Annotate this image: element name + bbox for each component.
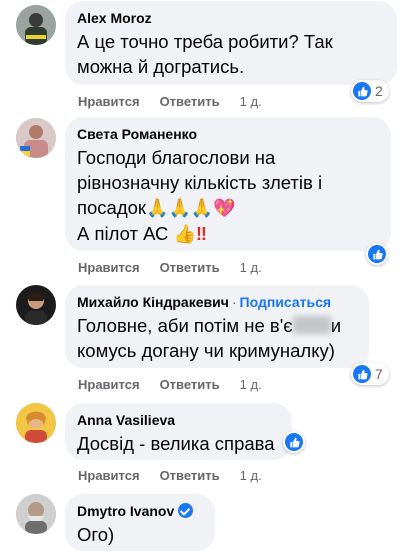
reaction-count: 7 <box>375 366 383 382</box>
like-icon <box>368 245 386 263</box>
reaction-summary[interactable] <box>283 431 305 453</box>
comment-text-line: Господи благослови на <box>77 147 276 168</box>
comment-actions: Нравится Ответить 1 д. <box>78 377 282 393</box>
reply-button[interactable]: Ответить <box>160 377 220 393</box>
comment-author[interactable]: Anna Vasilieva <box>77 411 280 429</box>
reaction-summary[interactable] <box>366 243 388 265</box>
like-icon <box>353 82 371 100</box>
comment-bubble: Dmytro Ivanov Ого) <box>65 494 215 551</box>
separator-dot: · <box>231 294 237 310</box>
comment-author[interactable]: Света Романенко <box>77 125 379 143</box>
comment-text-line: посадок🙏🙏🙏💖 <box>77 195 379 221</box>
redacted-text <box>292 316 331 334</box>
thumbs-up-emoji: 👍 <box>173 224 196 244</box>
reaction-summary[interactable]: 7 <box>351 363 389 385</box>
comment-bubble: Света Романенко Господи благослови на рі… <box>65 117 391 251</box>
comment-actions: Нравится Ответить 1 д. <box>78 468 282 484</box>
double-exclamation-emoji: ‼ <box>195 224 207 244</box>
comment-text-fragment: посадок <box>77 197 147 218</box>
comment-text-line: Ого) <box>77 524 115 545</box>
comment-bubble: Alex Moroz А це точно треба робити? Так … <box>65 1 397 85</box>
comment-text-line: А це точно треба робити? Так <box>77 31 333 52</box>
comment-author[interactable]: Михайло Кіндракевич <box>77 294 229 310</box>
reply-button[interactable]: Ответить <box>160 468 220 484</box>
comment-text-line: Досвід - велика справа <box>77 433 275 454</box>
like-button[interactable]: Нравится <box>78 94 140 110</box>
reply-button[interactable]: Ответить <box>160 260 220 276</box>
comment-text-line: рівнозначну кількість злетів і <box>77 172 323 193</box>
comment-actions: Нравится Ответить 1 д. <box>78 260 282 276</box>
avatar-anna-vasilieva[interactable] <box>16 403 56 443</box>
like-icon <box>353 365 371 383</box>
comment-text-fragment: А пілот АС <box>77 223 169 244</box>
comment-text-line: А пілот АС 👍‼ <box>77 221 379 247</box>
like-button[interactable]: Нравится <box>78 468 140 484</box>
comment-author[interactable]: Dmytro Ivanov <box>77 503 174 519</box>
avatar-sveta-romanenko[interactable] <box>16 118 56 158</box>
comment-text-fragment: и <box>330 315 342 336</box>
comment-timestamp[interactable]: 1 д. <box>240 94 262 110</box>
comment-actions: Нравится Ответить 1 д. <box>78 94 282 110</box>
avatar-dmytro-ivanov[interactable] <box>16 494 56 534</box>
comment-text-line: комусь догану чи кримуналку) <box>77 340 335 361</box>
like-button[interactable]: Нравится <box>78 377 140 393</box>
comment-author[interactable]: Alex Moroz <box>77 9 385 27</box>
comment-text-fragment: Головне, аби потім не в'є <box>77 315 293 336</box>
comment-text-line: Головне, аби потім не в'є и <box>77 313 357 338</box>
comment-timestamp[interactable]: 1 д. <box>240 468 262 484</box>
reply-button[interactable]: Ответить <box>160 94 220 110</box>
avatar-mykhailo-kindrakevych[interactable] <box>16 285 56 325</box>
comment-author-row: Михайло Кіндракевич · Подписаться <box>77 293 357 311</box>
comment-text-line: можна й догратись. <box>77 56 245 77</box>
follow-button[interactable]: Подписаться <box>240 294 332 310</box>
comment-author-row: Dmytro Ivanov <box>77 502 203 520</box>
verified-icon <box>178 503 194 518</box>
heart-emoji: 💖 <box>213 198 236 218</box>
avatar-alex-moroz[interactable] <box>16 5 56 45</box>
praying-hands-emoji: 🙏🙏🙏 <box>146 198 214 218</box>
reaction-summary[interactable]: 2 <box>351 80 389 102</box>
like-icon <box>285 433 303 451</box>
comment-bubble: Михайло Кіндракевич · Подписаться Головне,… <box>65 285 369 368</box>
like-button[interactable]: Нравится <box>78 260 140 276</box>
comment-timestamp[interactable]: 1 д. <box>240 260 262 276</box>
comment-bubble: Anna Vasilieva Досвід - велика справа <box>65 403 292 460</box>
comment-timestamp[interactable]: 1 д. <box>240 377 262 393</box>
reaction-count: 2 <box>375 83 383 99</box>
